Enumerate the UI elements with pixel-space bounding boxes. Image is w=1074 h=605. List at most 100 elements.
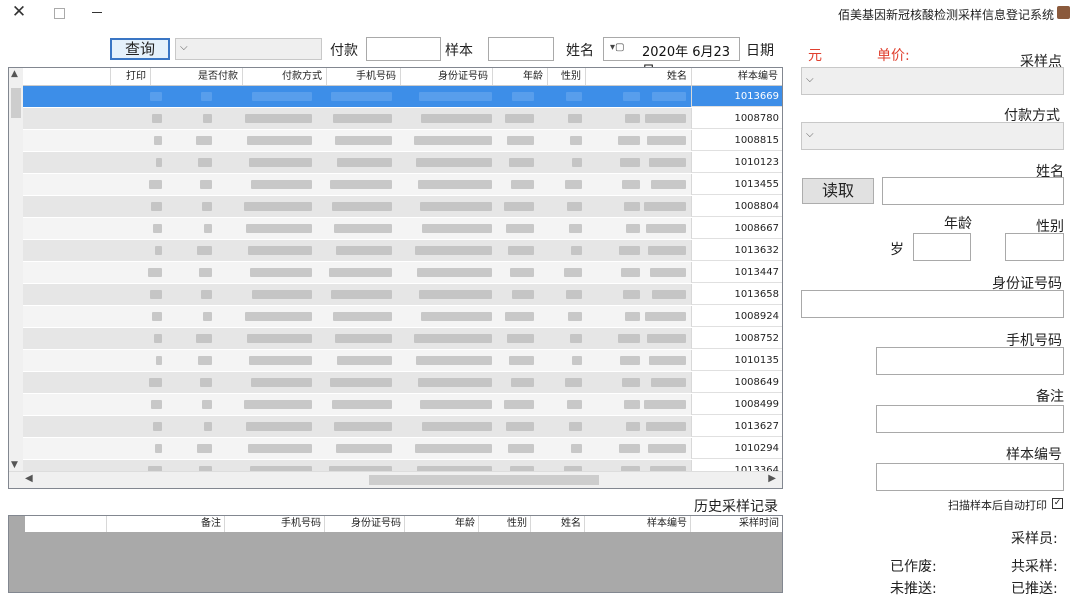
table-row[interactable]: 1013455 [23, 174, 782, 196]
date-picker[interactable]: ▾▢ 2020年 6月23日 [603, 37, 740, 79]
minimize-icon[interactable] [92, 12, 102, 13]
sample-id-cell[interactable]: 1013447 [691, 262, 782, 283]
hscroll-thumb[interactable] [369, 475, 599, 485]
scroll-down-icon[interactable]: ▼ [11, 460, 18, 470]
redacted-cell [149, 180, 162, 189]
col-paid[interactable]: 是否付款 [150, 68, 242, 85]
col-sample-id[interactable]: 样本编号 [691, 68, 782, 85]
table-row[interactable]: 1008924 [23, 306, 782, 328]
table-row[interactable]: 1013658 [23, 284, 782, 306]
name-input[interactable] [882, 177, 1064, 205]
sample-id-cell[interactable]: 1010294 [691, 438, 782, 459]
redacted-cell [512, 290, 534, 299]
calendar-dropdown-icon[interactable]: ▾▢ [610, 42, 624, 53]
table-row[interactable]: 1008649 [23, 372, 782, 394]
history-grid[interactable]: 采样时间 样本编号 姓名 性别 年龄 身份证号码 手机号码 备注 [8, 515, 783, 593]
remark-input[interactable] [876, 405, 1064, 433]
sample-id-cell[interactable]: 1008499 [691, 394, 782, 415]
col-payment-method[interactable]: 付款方式 [242, 68, 326, 85]
date-label: 日期 [746, 43, 774, 59]
scroll-thumb[interactable] [11, 88, 21, 118]
col-age[interactable]: 年龄 [492, 68, 547, 85]
gender-input[interactable] [1005, 233, 1064, 261]
redacted-cell [337, 158, 392, 167]
col-name[interactable]: 姓名 [585, 68, 691, 85]
sample-id-cell[interactable]: 1008649 [691, 372, 782, 393]
redacted-cell [250, 268, 312, 277]
horizontal-scrollbar[interactable]: ◀ ▶ [9, 471, 782, 488]
col-id-number[interactable]: 身份证号码 [400, 68, 492, 85]
sample-id-cell[interactable]: 1008924 [691, 306, 782, 327]
table-row[interactable]: 1008667 [23, 218, 782, 240]
collection-point-select[interactable]: ⌵ [801, 67, 1064, 95]
sample-id-cell[interactable]: 1013669 [691, 86, 782, 107]
payment-method-select[interactable]: ⌵ [801, 122, 1064, 150]
close-icon[interactable]: ✕ [8, 2, 30, 22]
maximize-icon[interactable] [54, 8, 65, 19]
table-row[interactable]: 1013632 [23, 240, 782, 262]
redacted-cell [506, 422, 534, 431]
sample-id-cell[interactable]: 1008780 [691, 108, 782, 129]
redacted-cell [509, 158, 534, 167]
sample-id-cell[interactable]: 1008815 [691, 130, 782, 151]
table-row[interactable]: 1013669 [23, 86, 782, 108]
redacted-cell [619, 444, 640, 453]
scroll-right-icon[interactable]: ▶ [768, 473, 776, 484]
sample-id-cell[interactable]: 1010123 [691, 152, 782, 173]
redacted-cell [652, 92, 686, 101]
col-gender[interactable]: 性别 [547, 68, 585, 85]
sample-id-cell[interactable]: 1013455 [691, 174, 782, 195]
hist-col-gender[interactable]: 性别 [478, 516, 530, 532]
table-row[interactable]: 1008804 [23, 196, 782, 218]
redacted-cell [625, 312, 640, 321]
table-row[interactable]: 1010123 [23, 152, 782, 174]
table-row[interactable]: 1010135 [23, 350, 782, 372]
table-row[interactable]: 1013447 [23, 262, 782, 284]
sample-id-cell[interactable]: 1013632 [691, 240, 782, 261]
sample-id-cell[interactable]: 1010135 [691, 350, 782, 371]
hist-col-sample-id[interactable]: 样本编号 [584, 516, 690, 532]
scroll-up-icon[interactable]: ▲ [11, 69, 18, 79]
hist-col-name[interactable]: 姓名 [530, 516, 584, 532]
vertical-scrollbar[interactable]: ▲ ▼ [9, 68, 24, 472]
col-phone[interactable]: 手机号码 [326, 68, 400, 85]
read-button[interactable]: 读取 [802, 178, 874, 204]
redacted-cell [564, 268, 582, 277]
sample-grid[interactable]: ▲ ▼ 样本编号 姓名 性别 年龄 身份证号码 手机号码 付款方式 是否付款 打… [8, 67, 783, 489]
phone-input[interactable] [876, 347, 1064, 375]
table-row[interactable]: 1008815 [23, 130, 782, 152]
scroll-left-icon[interactable]: ◀ [25, 473, 33, 484]
redacted-cell [247, 136, 312, 145]
col-print[interactable]: 打印 [110, 68, 150, 85]
hist-col-remark[interactable]: 备注 [106, 516, 224, 532]
sample-no-input[interactable] [876, 463, 1064, 491]
hist-col-time[interactable]: 采样时间 [690, 516, 782, 532]
sample-id-cell[interactable]: 1008667 [691, 218, 782, 239]
redacted-cell [422, 224, 492, 233]
id-number-input[interactable] [801, 290, 1064, 318]
sample-id-cell[interactable]: 1008752 [691, 328, 782, 349]
sample-id-cell[interactable]: 1008804 [691, 196, 782, 217]
redacted-cell [420, 400, 492, 409]
payment-search-select[interactable]: ⌵ [175, 38, 322, 60]
table-row[interactable]: 1010294 [23, 438, 782, 460]
sample-id-cell[interactable]: 1013627 [691, 416, 782, 437]
age-input[interactable] [913, 233, 971, 261]
redacted-cell [649, 356, 686, 365]
auto-print-checkbox[interactable]: ✓ [1052, 498, 1063, 509]
table-row[interactable]: 1008752 [23, 328, 782, 350]
table-row[interactable]: 1008780 [23, 108, 782, 130]
table-row[interactable]: 1013627 [23, 416, 782, 438]
table-row[interactable]: 1008499 [23, 394, 782, 416]
hist-col-age[interactable]: 年龄 [404, 516, 478, 532]
redacted-cell [251, 378, 312, 387]
grid-header: 样本编号 姓名 性别 年龄 身份证号码 手机号码 付款方式 是否付款 打印 [23, 68, 782, 86]
redacted-cell [417, 268, 492, 277]
hist-col-phone[interactable]: 手机号码 [224, 516, 324, 532]
name-search-input[interactable] [488, 37, 554, 61]
redacted-cell [203, 114, 212, 123]
query-button[interactable]: 查询 [110, 38, 170, 60]
hist-col-id[interactable]: 身份证号码 [324, 516, 404, 532]
sample-id-cell[interactable]: 1013658 [691, 284, 782, 305]
sample-search-input[interactable] [366, 37, 441, 61]
